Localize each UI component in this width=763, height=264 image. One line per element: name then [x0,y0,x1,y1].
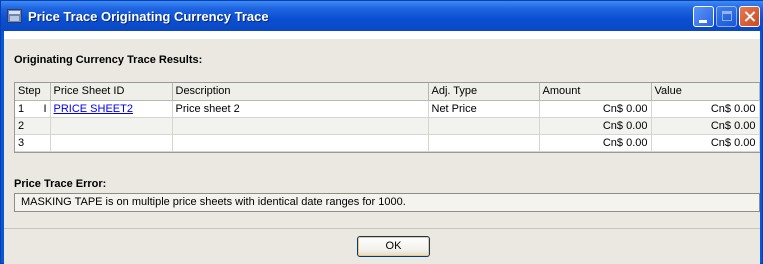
close-icon [740,7,759,26]
value-cell: Cn$ 0.00 [651,134,760,152]
maximize-icon [722,11,732,21]
price-sheet-link[interactable]: PRICE SHEET2 [54,103,133,115]
step-marker: I [43,102,47,115]
step-number: 2 [18,119,25,132]
step-number: 1 [18,102,25,115]
step-number: 3 [18,136,25,149]
column-header-description[interactable]: Description [172,83,429,101]
step-cell: 1 I [15,100,51,118]
footer-divider [4,228,760,229]
value-cell: Cn$ 0.00 [651,100,760,118]
title-bar-buttons [693,6,760,27]
maximize-button [716,6,737,27]
amount-cell: Cn$ 0.00 [539,134,652,152]
adj-type-cell [428,117,540,135]
minimize-button[interactable] [693,6,714,27]
dialog-client-area: Originating Currency Trace Results: Step… [4,31,760,264]
dialog-window: Price Trace Originating Currency Trace O… [0,0,763,264]
error-heading: Price Trace Error: [14,178,107,190]
description-cell: Price sheet 2 [172,100,429,118]
trace-results-grid: Step Price Sheet ID Description Adj. Typ… [14,82,760,153]
price-sheet-id-cell: PRICE SHEET2 [50,100,173,118]
app-window-icon [7,9,22,23]
ok-button[interactable]: OK [357,236,430,257]
grid-header-row: Step Price Sheet ID Description Adj. Typ… [15,83,760,101]
table-row[interactable]: 2 Cn$ 0.00 Cn$ 0.00 [15,117,760,135]
error-message-box: MASKING TAPE is on multiple price sheets… [14,193,760,212]
step-cell: 2 [15,117,51,135]
results-heading: Originating Currency Trace Results: [14,54,203,66]
price-sheet-id-cell [50,134,173,152]
top-strip [4,31,760,39]
value-cell: Cn$ 0.00 [651,117,760,135]
amount-cell: Cn$ 0.00 [539,117,652,135]
step-cell: 3 [15,134,51,152]
price-sheet-id-cell [50,117,173,135]
table-row[interactable]: 1 I PRICE SHEET2 Price sheet 2 Net Price… [15,100,760,118]
adj-type-cell [428,134,540,152]
column-header-amount[interactable]: Amount [539,83,652,101]
column-header-step[interactable]: Step [15,83,51,101]
description-cell [172,117,429,135]
column-header-value[interactable]: Value [651,83,760,101]
column-header-price-sheet-id[interactable]: Price Sheet ID [50,83,173,101]
window-title: Price Trace Originating Currency Trace [28,8,269,24]
close-button[interactable] [739,6,760,27]
column-header-adj-type[interactable]: Adj. Type [428,83,540,101]
amount-cell: Cn$ 0.00 [539,100,652,118]
minimize-icon [699,20,707,23]
title-bar[interactable]: Price Trace Originating Currency Trace [1,1,763,31]
adj-type-cell: Net Price [428,100,540,118]
table-row[interactable]: 3 Cn$ 0.00 Cn$ 0.00 [15,134,760,152]
description-cell [172,134,429,152]
